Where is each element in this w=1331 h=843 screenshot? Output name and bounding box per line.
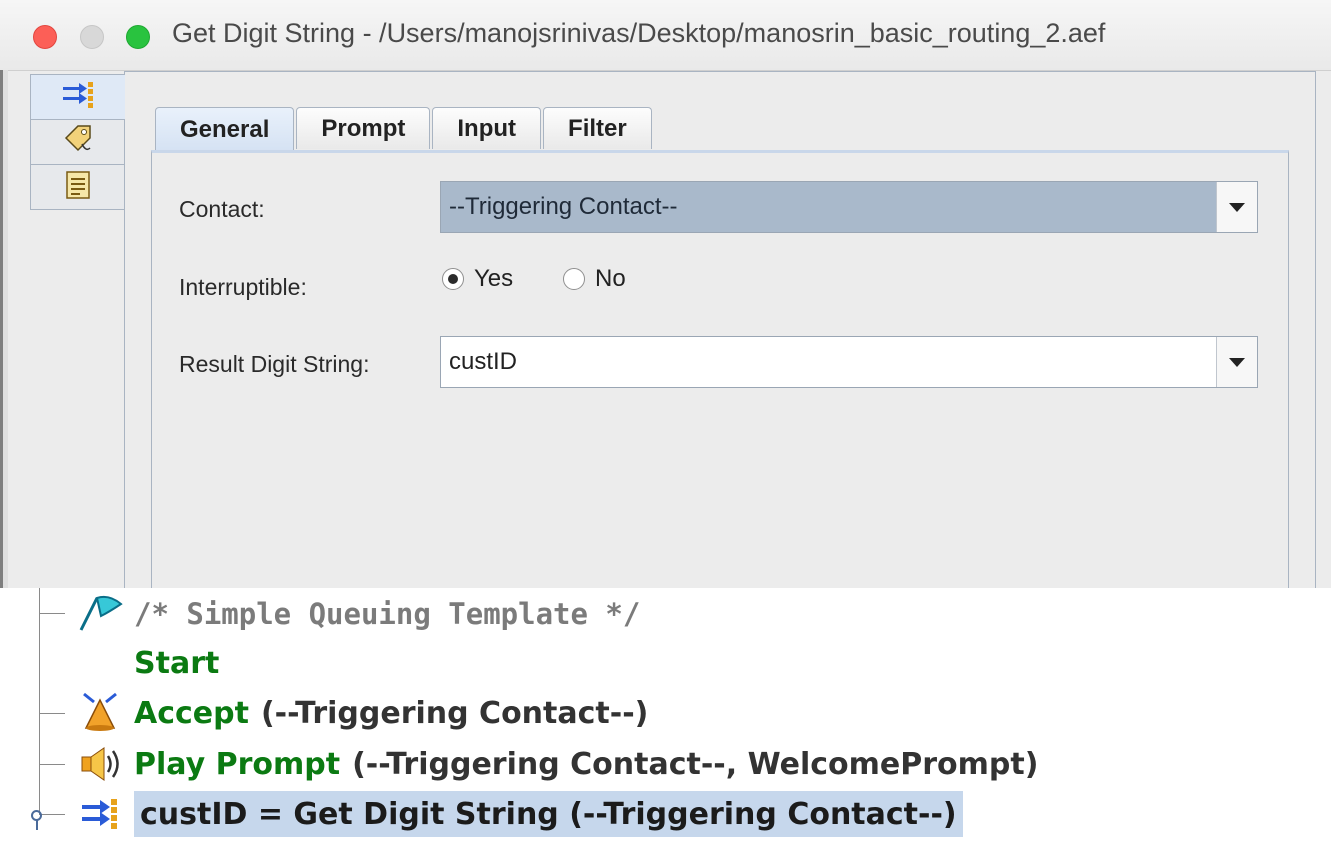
chevron-down-icon — [1229, 202, 1245, 212]
tab-filter[interactable]: Filter — [543, 107, 652, 149]
script-tree: /* Simple Queuing Template */ Start Acce… — [0, 588, 1331, 843]
get-digit-icon — [61, 80, 95, 115]
title-bar: Get Digit String - /Users/manojsrinivas/… — [0, 0, 1331, 71]
no-label: No — [595, 265, 626, 292]
tab-strip: General Prompt Input Filter — [155, 107, 654, 151]
tree-row-start[interactable]: Start — [134, 640, 219, 686]
tag-icon — [62, 124, 94, 161]
tree-branch — [39, 814, 65, 815]
play-prompt-step-label: Play Prompt — [134, 746, 341, 782]
contact-dropdown-button[interactable] — [1216, 182, 1257, 232]
side-tab-strip — [30, 74, 125, 210]
get-digit-string-dialog: Get Digit String - /Users/manojsrinivas/… — [0, 0, 1331, 588]
side-tab-description[interactable] — [30, 164, 125, 210]
document-icon — [65, 170, 91, 205]
tree-connector — [39, 588, 40, 814]
tree-row-comment[interactable]: /* Simple Queuing Template */ — [66, 591, 640, 637]
contact-label: Contact: — [179, 196, 265, 222]
accept-step-label: Accept — [134, 695, 249, 731]
side-tab-label[interactable] — [30, 119, 125, 164]
play-prompt-step-args: (--Triggering Contact--, WelcomePrompt) — [352, 746, 1039, 782]
tree-row-get-digit-string[interactable]: custID = Get Digit String (--Triggering … — [66, 791, 963, 837]
get-digit-icon — [66, 792, 134, 836]
tree-row-accept[interactable]: Accept (--Triggering Contact--) — [66, 690, 648, 736]
accept-step-args: (--Triggering Contact--) — [260, 695, 649, 731]
speaker-icon — [66, 742, 134, 786]
yes-label: Yes — [474, 265, 514, 292]
contact-value: --Triggering Contact-- — [449, 193, 678, 220]
pin-stem — [36, 820, 38, 830]
close-window-button[interactable] — [33, 25, 57, 49]
contact-combobox[interactable]: --Triggering Contact-- — [440, 181, 1258, 233]
flag-icon — [66, 592, 134, 636]
side-tab-get-digit[interactable] — [30, 74, 125, 119]
get-digit-string-step-label: custID = Get Digit String (--Triggering … — [134, 791, 963, 837]
tab-prompt[interactable]: Prompt — [296, 107, 431, 149]
start-step-label: Start — [134, 645, 220, 681]
window-title: Get Digit String - /Users/manojsrinivas/… — [172, 18, 1106, 48]
tree-row-play-prompt[interactable]: Play Prompt (--Triggering Contact--, Wel… — [66, 741, 1038, 787]
chevron-down-icon — [1229, 357, 1245, 367]
interruptible-label: Interruptible: — [179, 274, 307, 300]
radio-unselected-icon — [563, 268, 585, 290]
tree-branch — [39, 613, 65, 614]
result-digit-string-label: Result Digit String: — [179, 351, 370, 377]
tab-general[interactable]: General — [155, 107, 295, 151]
interruptible-no-radio[interactable]: No — [563, 265, 626, 293]
tree-branch — [39, 764, 65, 765]
result-digit-string-combobox[interactable]: custID — [440, 336, 1258, 388]
tree-branch — [39, 713, 65, 714]
window-left-edge — [0, 70, 8, 588]
interruptible-yes-radio[interactable]: Yes — [442, 265, 513, 293]
comment-text: /* Simple Queuing Template */ — [134, 597, 641, 631]
minimize-window-button[interactable] — [80, 25, 104, 49]
accept-icon — [66, 691, 134, 735]
result-dropdown-button[interactable] — [1216, 337, 1257, 387]
radio-selected-icon — [442, 268, 464, 290]
tab-input[interactable]: Input — [432, 107, 542, 149]
result-digit-string-value: custID — [449, 348, 518, 375]
zoom-window-button[interactable] — [126, 25, 150, 49]
